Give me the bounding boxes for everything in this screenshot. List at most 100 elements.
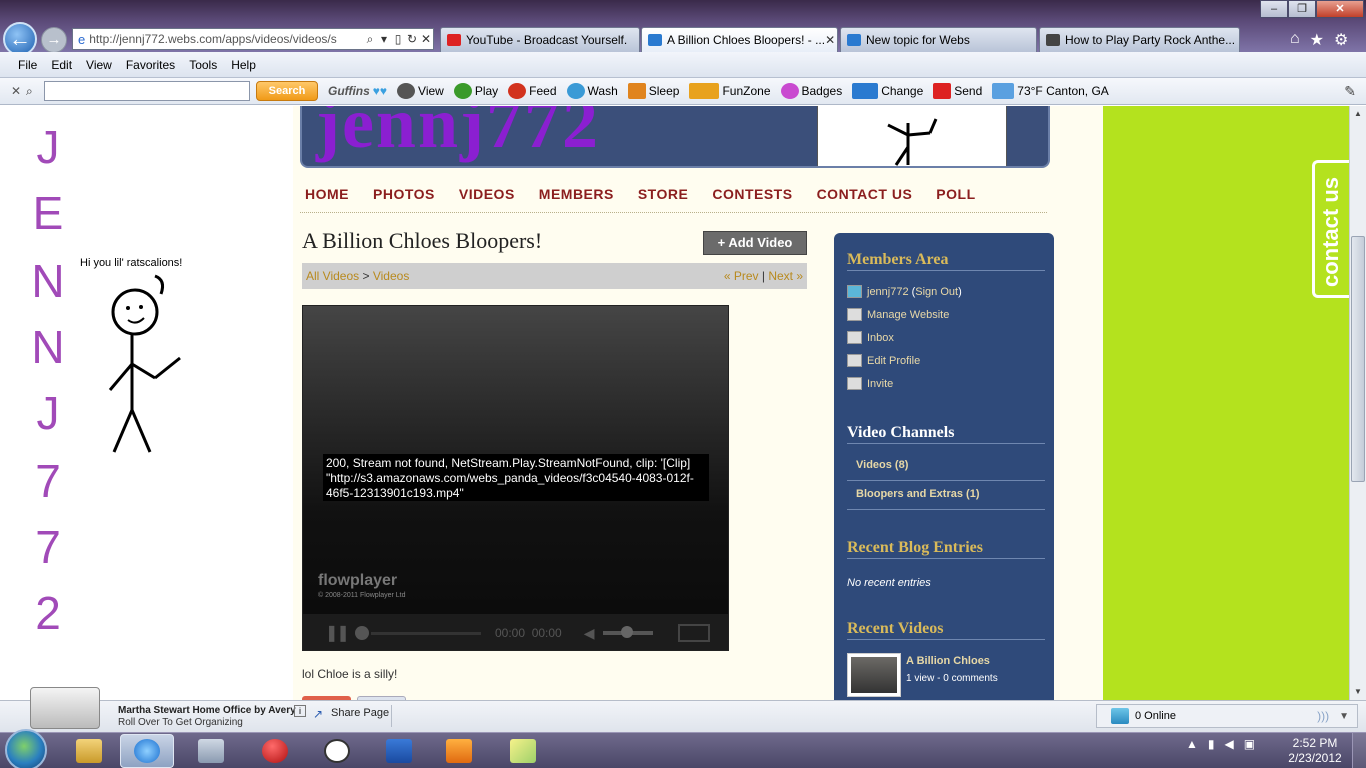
minimize-button[interactable]: – bbox=[1260, 0, 1288, 18]
taskbar-word[interactable] bbox=[372, 734, 426, 768]
edit-profile-link[interactable]: Edit Profile bbox=[847, 354, 920, 367]
scroll-up-icon[interactable]: ▲ bbox=[1350, 106, 1366, 122]
page-scrollbar[interactable]: ▲ ▼ bbox=[1349, 106, 1366, 700]
power-icon[interactable]: ▣ bbox=[1244, 737, 1255, 751]
toolbar-view[interactable]: View bbox=[397, 83, 444, 99]
nav-home[interactable]: HOME bbox=[305, 186, 349, 202]
taskbar-calculator[interactable] bbox=[184, 734, 238, 768]
volume-handle[interactable] bbox=[620, 626, 633, 638]
nav-contact-us[interactable]: CONTACT US bbox=[817, 186, 913, 202]
toolbar-wash[interactable]: Wash bbox=[566, 83, 618, 99]
toolbar-item-label: Feed bbox=[529, 84, 557, 98]
breadcrumb-all-videos[interactable]: All Videos bbox=[306, 269, 359, 283]
taskbar-explorer[interactable] bbox=[62, 734, 116, 768]
seek-handle[interactable] bbox=[355, 626, 369, 640]
close-toolbar-icon[interactable]: ✕ bbox=[6, 84, 26, 98]
add-video-button[interactable]: + Add Video bbox=[703, 231, 807, 255]
speaker-icon[interactable]: ◀ bbox=[1225, 737, 1234, 751]
tray-expand-icon[interactable]: ▲ bbox=[1186, 737, 1198, 751]
ad-title[interactable]: Martha Stewart Home Office by Avery bbox=[118, 705, 296, 716]
breadcrumb-videos[interactable]: Videos bbox=[373, 269, 409, 283]
wrench-icon[interactable]: ✎ bbox=[1344, 83, 1356, 100]
fullscreen-button[interactable] bbox=[678, 624, 710, 642]
taskbar-pin-app[interactable] bbox=[248, 734, 302, 768]
tab-youtube[interactable]: YouTube - Broadcast Yourself. bbox=[440, 27, 640, 52]
show-desktop-button[interactable] bbox=[1352, 733, 1366, 768]
volume-slider[interactable] bbox=[602, 626, 653, 638]
invite-link[interactable]: Invite bbox=[847, 377, 893, 390]
rss-icon[interactable]: ))) bbox=[1317, 709, 1329, 723]
search-icon[interactable]: ⌕ bbox=[363, 32, 377, 47]
home-icon[interactable]: ⌂ bbox=[1290, 30, 1300, 48]
toolbar-badges[interactable]: Badges bbox=[780, 83, 842, 99]
menu-favorites[interactable]: Favorites bbox=[126, 58, 175, 72]
nav-poll[interactable]: POLL bbox=[936, 186, 975, 202]
nav-videos[interactable]: VIDEOS bbox=[459, 186, 515, 202]
ad-info-icon[interactable]: i bbox=[294, 705, 306, 717]
taskbar-clock[interactable]: 2:52 PM 2/23/2012 bbox=[1285, 736, 1345, 766]
taskbar-clock-app[interactable] bbox=[310, 734, 364, 768]
ad-printer-image[interactable] bbox=[30, 687, 100, 729]
compat-view-icon[interactable]: ▯ bbox=[391, 32, 405, 46]
pause-icon[interactable]: ❚❚ bbox=[325, 623, 350, 643]
contact-us-tab[interactable]: contact us bbox=[1312, 160, 1349, 298]
close-window-button[interactable]: ✕ bbox=[1316, 0, 1364, 18]
toolbar-weather[interactable]: 73°F Canton, GA bbox=[992, 83, 1109, 99]
channel-bloopers-link[interactable]: Bloopers and Extras (1) bbox=[856, 488, 979, 500]
menu-file[interactable]: File bbox=[18, 58, 37, 72]
manage-website-link[interactable]: Manage Website bbox=[847, 308, 949, 321]
tab-new-topic[interactable]: New topic for Webs bbox=[840, 27, 1037, 52]
taskbar-media-player[interactable] bbox=[432, 734, 486, 768]
toolbar-search-button[interactable]: Search bbox=[256, 81, 318, 101]
toolbar-send[interactable]: Send bbox=[933, 83, 982, 99]
nav-photos[interactable]: PHOTOS bbox=[373, 186, 435, 202]
close-tab-icon[interactable]: ✕ bbox=[825, 33, 835, 47]
toolbar-search-input[interactable] bbox=[44, 81, 250, 101]
menu-view[interactable]: View bbox=[86, 58, 112, 72]
address-bar[interactable]: e http://jennj772.webs.com/apps/videos/v… bbox=[72, 28, 434, 50]
stop-icon[interactable]: ✕ bbox=[419, 32, 433, 46]
nav-contests[interactable]: CONTESTS bbox=[712, 186, 792, 202]
toolbar-guffins[interactable]: Guffins ♥♥ bbox=[328, 84, 387, 98]
tab-billion-chloes[interactable]: A Billion Chloes Bloopers! - ... ✕ bbox=[641, 27, 838, 52]
maximize-button[interactable]: ❐ bbox=[1288, 0, 1316, 18]
channel-videos-link[interactable]: Videos (8) bbox=[856, 459, 908, 471]
time-display: 00:00 00:00 bbox=[495, 626, 562, 640]
share-page-button[interactable]: ↗ Share Page bbox=[313, 707, 389, 721]
dropdown-icon[interactable]: ▾ bbox=[377, 32, 391, 46]
favorites-star-icon[interactable]: ★ bbox=[1310, 30, 1324, 49]
next-link[interactable]: Next » bbox=[768, 269, 803, 283]
taskbar-sticky-notes[interactable] bbox=[496, 734, 550, 768]
refresh-icon[interactable]: ↻ bbox=[405, 32, 419, 46]
toolbar-play[interactable]: Play bbox=[453, 83, 498, 99]
sign-out-link[interactable]: Sign Out bbox=[915, 286, 958, 298]
video-player[interactable]: 200, Stream not found, NetStream.Play.St… bbox=[302, 305, 729, 651]
scroll-thumb[interactable] bbox=[1351, 236, 1365, 482]
prev-link[interactable]: « Prev bbox=[724, 269, 759, 283]
toolbar-funzone[interactable]: FunZone bbox=[689, 83, 771, 99]
tab-party-rock[interactable]: How to Play Party Rock Anthe... bbox=[1039, 27, 1240, 52]
menu-edit[interactable]: Edit bbox=[51, 58, 72, 72]
forward-button[interactable]: → bbox=[41, 27, 67, 53]
tools-gear-icon[interactable]: ⚙ bbox=[1334, 30, 1348, 49]
scroll-down-icon[interactable]: ▼ bbox=[1350, 684, 1366, 700]
menu-help[interactable]: Help bbox=[231, 58, 256, 72]
toolbar-sleep[interactable]: Sleep bbox=[627, 83, 679, 99]
toolbar-feed[interactable]: Feed bbox=[508, 83, 557, 99]
toolbar-change[interactable]: Change bbox=[852, 83, 923, 99]
start-button[interactable] bbox=[5, 729, 47, 768]
username-link[interactable]: jennj772 bbox=[867, 286, 909, 298]
nav-members[interactable]: MEMBERS bbox=[539, 186, 614, 202]
back-button[interactable]: ← bbox=[3, 22, 37, 56]
online-status[interactable]: 0 Online ))) ▼ bbox=[1096, 704, 1358, 728]
recent-video-thumbnail[interactable] bbox=[847, 653, 901, 697]
signal-icon[interactable]: ▮ bbox=[1208, 737, 1215, 751]
taskbar-internet-explorer[interactable] bbox=[120, 734, 174, 768]
menu-tools[interactable]: Tools bbox=[189, 58, 217, 72]
recent-video-title-link[interactable]: A Billion Chloes bbox=[906, 655, 990, 667]
expand-chevron-icon[interactable]: ▼ bbox=[1339, 711, 1349, 722]
seek-bar[interactable] bbox=[371, 631, 481, 635]
volume-icon[interactable]: ◀ bbox=[584, 625, 595, 642]
inbox-link[interactable]: Inbox bbox=[847, 331, 894, 344]
nav-store[interactable]: STORE bbox=[638, 186, 688, 202]
